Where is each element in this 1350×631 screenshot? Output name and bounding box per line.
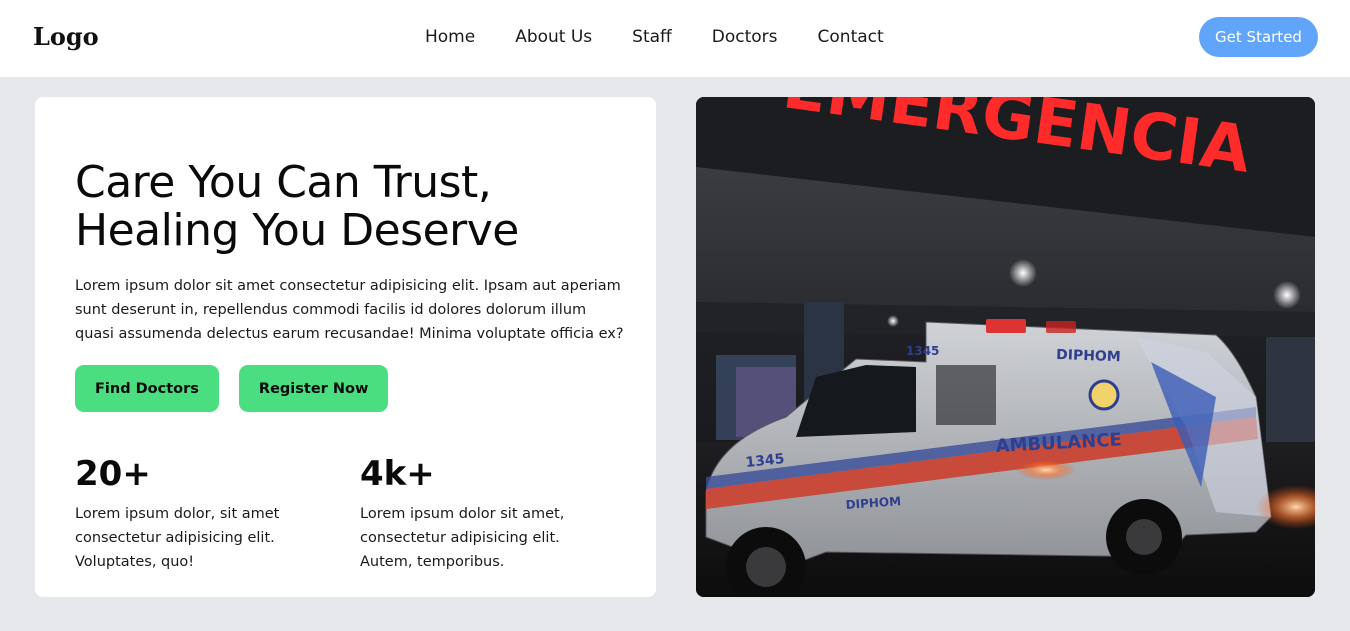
hero-card: Care You Can Trust, Healing You Deserve … [35,97,656,597]
hero-title-line-2: Healing You Deserve [75,205,519,256]
hero-description: Lorem ipsum dolor sit amet consectetur a… [75,278,624,342]
nav-link-staff[interactable]: Staff [632,27,672,47]
navbar: Logo Home About Us Staff Doctors Contact… [0,0,1350,77]
hero-actions: Find Doctors Register Now [75,365,389,412]
register-now-button[interactable]: Register Now [238,365,389,412]
main-nav: Home About Us Staff Doctors Contact [425,27,924,47]
emergency-photo-illustration: EMERGENCIA AMBULANCE DIPHOM DIPHOM 1345 … [696,97,1315,597]
ambulance-brand-roof: DIPHOM [1056,347,1121,365]
stat-block: 20+ Lorem ipsum dolor, sit amet consecte… [75,454,315,574]
hero-title-line-1: Care You Can Trust, [75,157,492,208]
nav-link-about-us[interactable]: About Us [515,27,592,47]
find-doctors-button[interactable]: Find Doctors [75,365,219,412]
nav-link-doctors[interactable]: Doctors [712,27,778,47]
star-of-life-emblem-icon [1088,379,1120,411]
hero-image-emergency-ambulance: EMERGENCIA AMBULANCE DIPHOM DIPHOM 1345 … [696,97,1315,597]
hero-title: Care You Can Trust, Healing You Deserve [75,159,635,255]
nav-link-home[interactable]: Home [425,27,475,47]
nav-link-contact[interactable]: Contact [818,27,884,47]
ambulance-number-top: 1345 [906,344,939,358]
stat-description: Lorem ipsum dolor, sit amet consectetur … [75,506,280,570]
stat-block: 4k+ Lorem ipsum dolor sit amet, consecte… [360,454,600,574]
logo[interactable]: Logo [33,22,99,51]
get-started-button[interactable]: Get Started [1199,17,1318,57]
stat-description: Lorem ipsum dolor sit amet, consectetur … [360,506,565,570]
stat-value: 20+ [75,454,151,494]
stat-value: 4k+ [360,454,435,494]
